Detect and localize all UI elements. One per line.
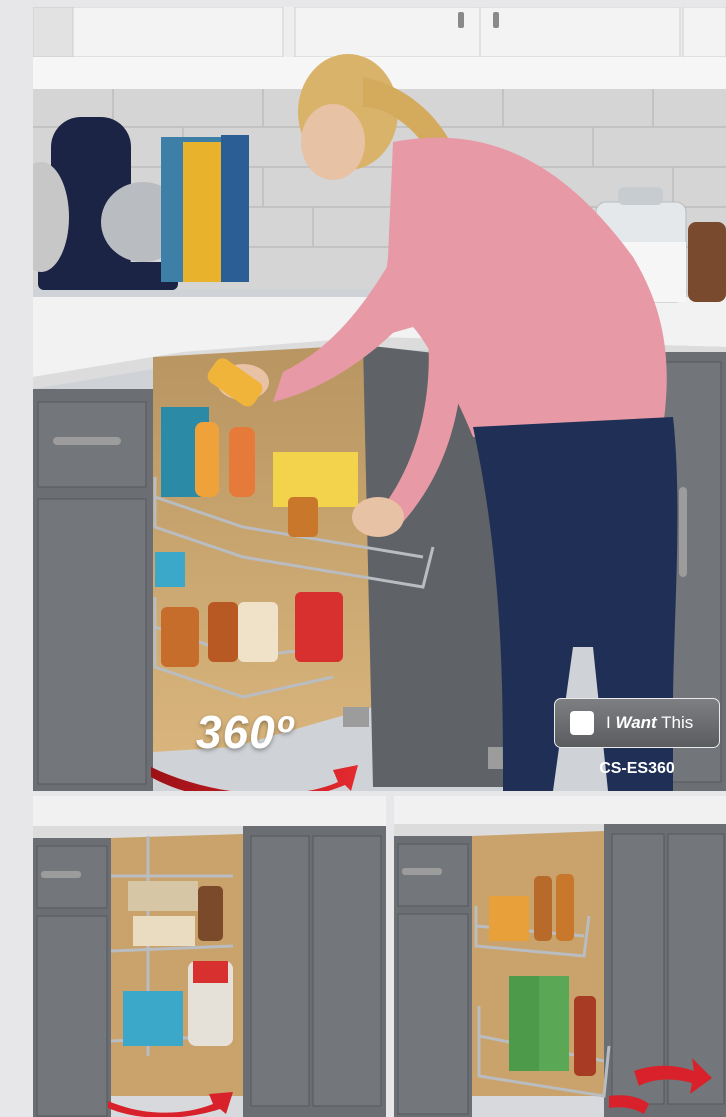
- rotation-label: 360º: [196, 706, 294, 758]
- main-product-photo: [33, 7, 726, 791]
- product-gallery: 360º I Want This CS-ES360: [0, 0, 726, 1117]
- detail-photo-right: [394, 796, 726, 1117]
- want-this-label: I Want This: [606, 713, 694, 732]
- want-this-button[interactable]: I Want This: [554, 698, 720, 748]
- checkbox-icon[interactable]: [570, 711, 594, 735]
- detail-photo-left: [33, 796, 386, 1117]
- product-code: CS-ES360: [599, 760, 675, 777]
